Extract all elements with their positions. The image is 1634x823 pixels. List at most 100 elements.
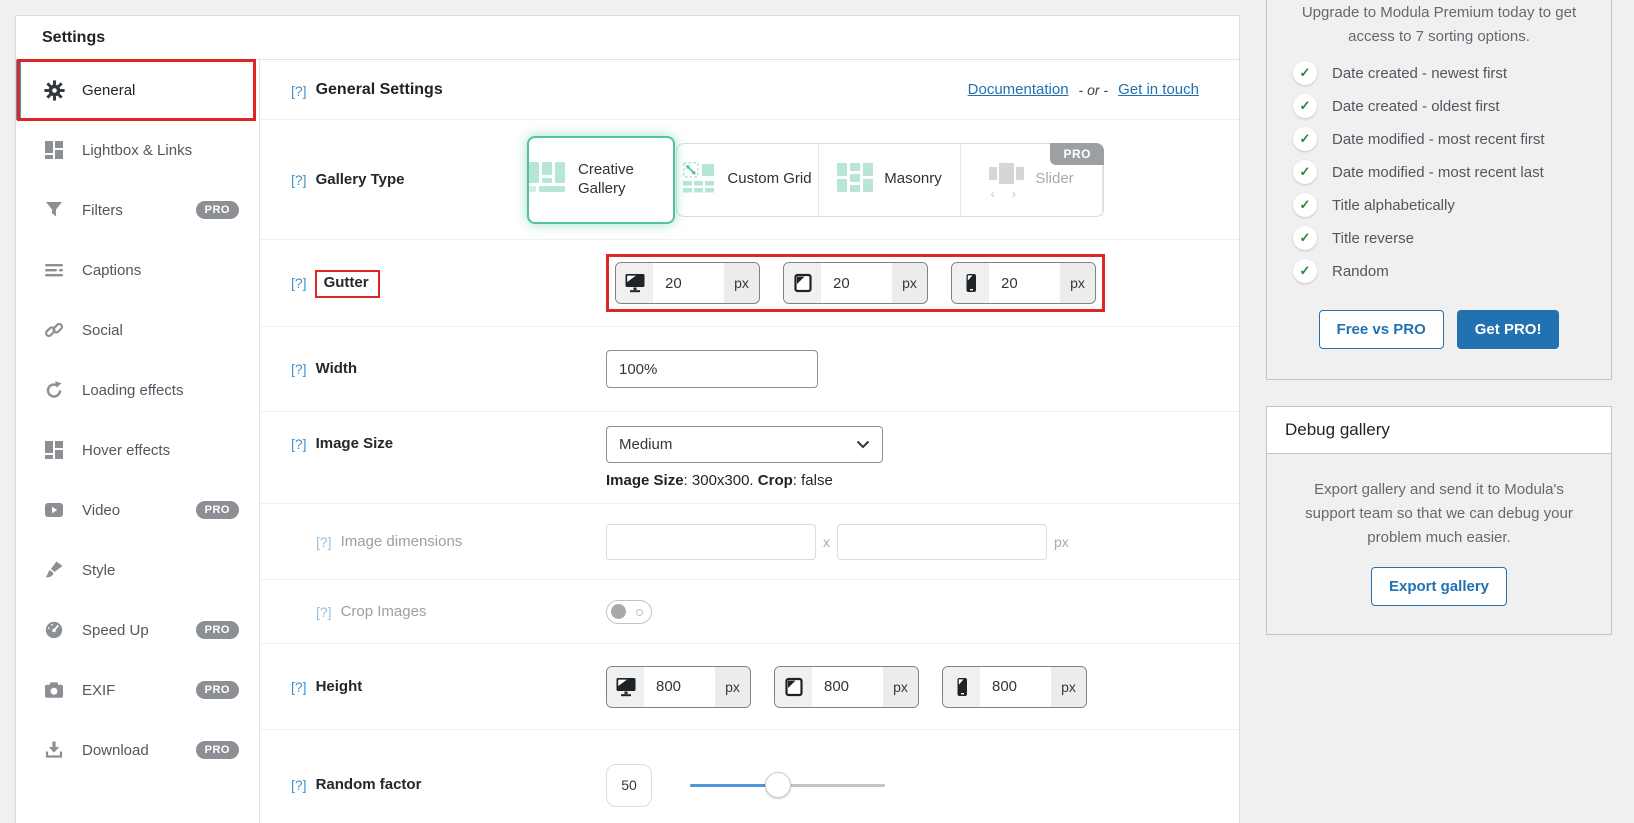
phone-icon [943, 667, 980, 707]
crop-images-row: [?] Crop Images [260, 580, 1239, 644]
help-icon[interactable]: [?] [291, 360, 307, 378]
sidebar-item-label: Captions [82, 262, 239, 279]
px-suffix: px [1054, 534, 1069, 550]
gallery-type-group: Custom Grid Masonry [676, 143, 1104, 217]
random-factor-input[interactable] [606, 764, 652, 807]
pro-badge: PRO [196, 201, 239, 219]
settings-panel: Settings Ge [15, 15, 1240, 823]
image-size-note: Image Size: 300x300. Crop: false [606, 472, 883, 489]
settings-panel-header: Settings [16, 16, 1239, 60]
gear-icon [43, 80, 65, 101]
tablet-icon [775, 667, 812, 707]
gutter-row: [?] Gutter [260, 240, 1239, 327]
or-text: - or - [1079, 82, 1109, 98]
help-icon[interactable]: [?] [291, 83, 307, 99]
settings-sidebar: General Lightbox & Links Filters PRO [16, 60, 259, 823]
sidebar-item-hover-effects[interactable]: Hover effects [16, 420, 259, 480]
debug-gallery-description: Export gallery and send it to Modula's s… [1295, 478, 1583, 550]
width-input[interactable] [606, 350, 818, 388]
height-mobile-input[interactable] [980, 667, 1051, 707]
sidebar-item-lightbox-links[interactable]: Lightbox & Links [16, 120, 259, 180]
crop-images-label: [?] Crop Images [291, 602, 606, 622]
image-dimensions-row: [?] Image dimensions x px [260, 504, 1239, 580]
check-icon: ✓ [1293, 226, 1317, 250]
gallery-type-custom-grid[interactable]: Custom Grid [677, 144, 819, 216]
help-icon[interactable]: [?] [291, 171, 307, 189]
help-icon[interactable]: [?] [291, 776, 307, 794]
random-factor-label: [?] Random factor [291, 775, 606, 795]
px-suffix: px [883, 667, 918, 707]
sidebar-item-label: Video [82, 502, 179, 519]
layout-icon [43, 440, 65, 460]
sidebar-item-captions[interactable]: Captions [16, 240, 259, 300]
get-in-touch-link[interactable]: Get in touch [1118, 81, 1199, 98]
width-row: [?] Width [260, 327, 1239, 412]
gallery-type-masonry[interactable]: Masonry [819, 144, 961, 216]
height-desktop-input[interactable] [644, 667, 715, 707]
feature-item: ✓ Date created - newest first [1293, 61, 1585, 85]
height-label: [?] Height [291, 677, 606, 697]
sidebar-item-general[interactable]: General [16, 60, 259, 120]
help-icon[interactable]: [?] [316, 533, 332, 551]
help-icon[interactable]: [?] [291, 274, 307, 292]
get-pro-button[interactable]: Get PRO! [1457, 310, 1560, 349]
height-row: [?] Height p [260, 644, 1239, 730]
page-title: Settings [42, 29, 105, 47]
gutter-desktop-input-group: px [615, 262, 760, 304]
image-dimensions-label: [?] Image dimensions [291, 532, 606, 552]
upgrade-message: Upgrade to Modula Premium today to get a… [1293, 1, 1585, 49]
pro-badge: PRO [196, 501, 239, 519]
content-header-row: [?] General Settings Documentation - or … [260, 60, 1239, 120]
height-desktop-input-group: px [606, 666, 751, 708]
phone-icon [952, 263, 989, 303]
help-icon[interactable]: [?] [316, 603, 332, 621]
image-width-input[interactable] [606, 524, 816, 560]
height-tablet-input[interactable] [812, 667, 883, 707]
sidebar-item-loading-effects[interactable]: Loading effects [16, 360, 259, 420]
gutter-mobile-input[interactable] [989, 263, 1060, 303]
gutter-tablet-input[interactable] [821, 263, 892, 303]
sidebar-item-label: Hover effects [82, 442, 239, 459]
annotation-red-box: Gutter [315, 270, 380, 298]
slider-arrows-icon: ‹ › [991, 190, 1023, 198]
layout-icon [43, 140, 65, 160]
help-icon[interactable]: [?] [291, 678, 307, 696]
right-rail: Upgrade to Modula Premium today to get a… [1266, 0, 1612, 635]
check-icon: ✓ [1293, 94, 1317, 118]
sidebar-item-label: Loading effects [82, 382, 239, 399]
feature-item: ✓ Date created - oldest first [1293, 94, 1585, 118]
sidebar-item-social[interactable]: Social [16, 300, 259, 360]
free-vs-pro-button[interactable]: Free vs PRO [1319, 310, 1444, 349]
image-size-row: [?] Image Size Medium Image Size: 300x30… [260, 412, 1239, 504]
annotation-red-box: px px [606, 254, 1105, 312]
feature-item: ✓ Date modified - most recent last [1293, 160, 1585, 184]
sidebar-item-filters[interactable]: Filters PRO [16, 180, 259, 240]
sidebar-item-speed-up[interactable]: Speed Up PRO [16, 600, 259, 660]
sidebar-item-label: Filters [82, 202, 179, 219]
pro-badge: PRO [196, 621, 239, 639]
toggle-dot [636, 609, 643, 616]
gallery-type-label-text: Custom Grid [727, 170, 811, 189]
section-title-text: General Settings [316, 81, 443, 99]
image-size-selected-value: Medium [619, 436, 672, 453]
sidebar-item-label: Style [82, 562, 239, 579]
sidebar-item-exif[interactable]: EXIF PRO [16, 660, 259, 720]
image-size-select[interactable]: Medium [606, 426, 883, 463]
px-suffix: px [715, 667, 750, 707]
random-factor-slider[interactable] [690, 772, 885, 798]
gallery-type-row: [?] Gallery Type [260, 120, 1239, 240]
px-suffix: px [892, 263, 927, 303]
sidebar-item-video[interactable]: Video PRO [16, 480, 259, 540]
masonry-icon [837, 163, 873, 197]
crop-images-toggle[interactable] [606, 600, 652, 624]
slider-thumb[interactable] [765, 772, 791, 798]
check-icon: ✓ [1293, 193, 1317, 217]
export-gallery-button[interactable]: Export gallery [1371, 567, 1507, 606]
image-height-input[interactable] [837, 524, 1047, 560]
sidebar-item-style[interactable]: Style [16, 540, 259, 600]
gallery-type-creative-gallery[interactable]: Creative Gallery [527, 136, 675, 224]
help-icon[interactable]: [?] [291, 435, 307, 453]
gutter-desktop-input[interactable] [653, 263, 724, 303]
documentation-link[interactable]: Documentation [968, 81, 1069, 98]
sidebar-item-download[interactable]: Download PRO [16, 720, 259, 780]
